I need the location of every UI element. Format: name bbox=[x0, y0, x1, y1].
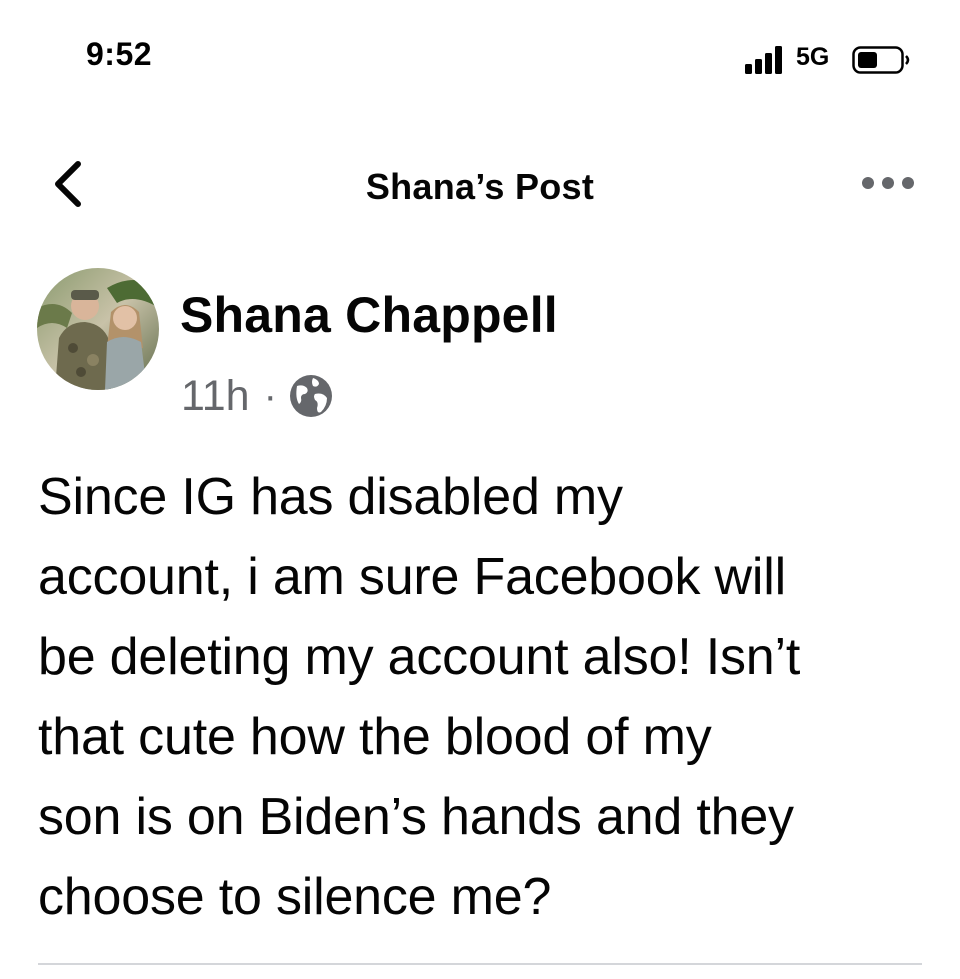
post-text: Since IG has disabled my account, i am s… bbox=[38, 457, 938, 937]
network-type: 5G bbox=[796, 43, 830, 71]
post-text-line: be deleting my account also! Isn’t bbox=[38, 628, 801, 686]
signal-bars-icon bbox=[745, 46, 782, 74]
post-text-line: account, i am sure Facebook will bbox=[38, 548, 786, 606]
page-title: Shana’s Post bbox=[365, 166, 595, 207]
avatar-photo bbox=[37, 268, 159, 390]
status-time: 9:52 bbox=[86, 36, 153, 72]
post-text-line: that cute how the blood of my bbox=[38, 708, 712, 766]
more-options-button[interactable] bbox=[860, 170, 916, 196]
more-dots-icon bbox=[862, 177, 914, 189]
post-text-line: Since IG has disabled my bbox=[38, 468, 623, 526]
battery-icon bbox=[852, 46, 910, 74]
author-name[interactable]: Shana Chappell bbox=[180, 286, 558, 344]
meta-separator: · bbox=[263, 373, 277, 418]
globe-icon[interactable] bbox=[287, 372, 335, 420]
divider bbox=[38, 963, 922, 965]
post-timestamp[interactable]: 11h bbox=[181, 372, 250, 421]
post-meta: 11h · bbox=[181, 368, 335, 424]
author-avatar[interactable] bbox=[37, 268, 159, 390]
post-text-line: choose to silence me? bbox=[38, 868, 552, 926]
post-text-line: son is on Biden’s hands and they bbox=[38, 788, 794, 846]
